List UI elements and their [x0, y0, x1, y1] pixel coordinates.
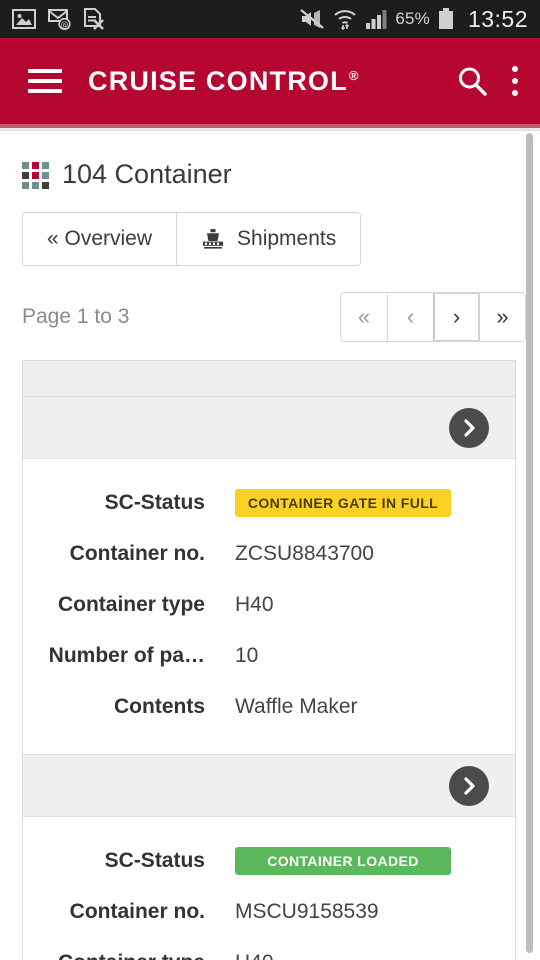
app-title: CRUISE CONTROL ® — [88, 66, 360, 97]
battery-percent: 65% — [395, 9, 430, 28]
field-label: Number of pa… — [48, 643, 205, 667]
field-value: ZCSU8843700 — [235, 541, 374, 565]
page-range-label: Page 1 to 3 — [22, 305, 130, 328]
card-body: SC-Status CONTAINER LOADED Container no.… — [23, 817, 515, 960]
tab-overview-label: « Overview — [47, 227, 153, 250]
field-value: H40 — [235, 951, 274, 960]
field-row: SC-Status CONTAINER GATE IN FULL — [23, 477, 515, 528]
pagination-next[interactable]: › — [433, 293, 479, 341]
field-row: Container no. ZCSU8843700 — [23, 528, 515, 579]
field-label: Container type — [23, 951, 205, 960]
wifi-icon — [334, 10, 356, 30]
field-row: Container no. MSCU9158539 — [23, 886, 515, 937]
tab-shipments[interactable]: Shipments — [176, 213, 361, 265]
field-value: Waffle Maker — [235, 694, 358, 718]
container-card: SC-Status CONTAINER LOADED Container no.… — [22, 755, 516, 960]
field-label: Container type — [57, 592, 205, 616]
pagination-first[interactable]: « — [341, 293, 387, 341]
field-label: Container no. — [69, 899, 205, 923]
chevron-right-icon[interactable] — [449, 765, 489, 806]
overflow-menu-icon[interactable] — [512, 66, 518, 96]
chevron-right-icon[interactable] — [449, 407, 489, 448]
pagination-row: Page 1 to 3 « ‹ › » — [22, 292, 526, 342]
app-bar: CRUISE CONTROL ® — [0, 38, 540, 128]
field-row: Number of pa… 10 — [23, 630, 515, 681]
tab-shipments-label: Shipments — [237, 227, 337, 250]
card-header — [23, 755, 515, 817]
trademark-symbol: ® — [348, 67, 360, 83]
svg-text:@: @ — [61, 20, 69, 29]
tab-overview[interactable]: « Overview — [23, 213, 177, 265]
status-bar-right-icons: 65% 13:52 — [299, 6, 528, 33]
app-title-text: CRUISE CONTROL — [88, 65, 348, 96]
field-value: 10 — [235, 643, 259, 667]
image-icon — [12, 9, 36, 29]
field-value: CONTAINER LOADED — [235, 846, 451, 875]
signal-icon — [366, 10, 387, 29]
status-badge: CONTAINER GATE IN FULL — [235, 488, 451, 517]
field-value: CONTAINER GATE IN FULL — [235, 488, 451, 517]
pagination-last[interactable]: » — [479, 293, 525, 341]
mute-icon — [300, 9, 325, 29]
status-bar: @ 65% 13:52 — [0, 0, 540, 38]
ship-icon — [203, 229, 224, 249]
status-badge: CONTAINER LOADED — [235, 846, 451, 875]
field-value: MSCU9158539 — [235, 899, 379, 923]
container-list: SC-Status CONTAINER GATE IN FULL Contain… — [22, 360, 516, 960]
grid-squares-icon — [22, 161, 49, 189]
field-label: Contents — [114, 694, 205, 718]
field-value: H40 — [235, 592, 274, 616]
status-bar-left-icons: @ — [12, 8, 104, 30]
field-label: SC-Status — [104, 848, 205, 872]
list-header-strip — [22, 360, 516, 396]
pagination-controls: « ‹ › » — [340, 292, 526, 342]
email-sync-icon: @ — [48, 9, 71, 30]
sim-card-x-icon — [84, 8, 104, 30]
tab-group: « Overview Shipments — [22, 212, 362, 266]
card-body: SC-Status CONTAINER GATE IN FULL Contain… — [23, 459, 515, 754]
app-bar-actions — [456, 65, 518, 97]
page-header: 104 Container — [0, 131, 540, 190]
vertical-scrollbar[interactable] — [526, 133, 533, 953]
field-row: Container type H40 — [23, 937, 515, 960]
page-content: 104 Container « Overview Shipments Page … — [0, 131, 540, 960]
search-icon[interactable] — [456, 65, 488, 97]
clock: 13:52 — [467, 5, 528, 32]
card-header — [23, 397, 515, 459]
field-row: SC-Status CONTAINER LOADED — [23, 835, 515, 886]
pagination-prev[interactable]: ‹ — [387, 293, 433, 341]
hamburger-menu-icon[interactable] — [28, 69, 62, 93]
field-row: Contents Waffle Maker — [23, 681, 515, 732]
battery-icon — [438, 8, 453, 29]
field-label: Container no. — [69, 541, 205, 565]
page-title: 104 Container — [62, 159, 232, 189]
container-card: SC-Status CONTAINER GATE IN FULL Contain… — [22, 396, 516, 755]
field-label: SC-Status — [104, 490, 205, 514]
field-row: Container type H40 — [23, 579, 515, 630]
